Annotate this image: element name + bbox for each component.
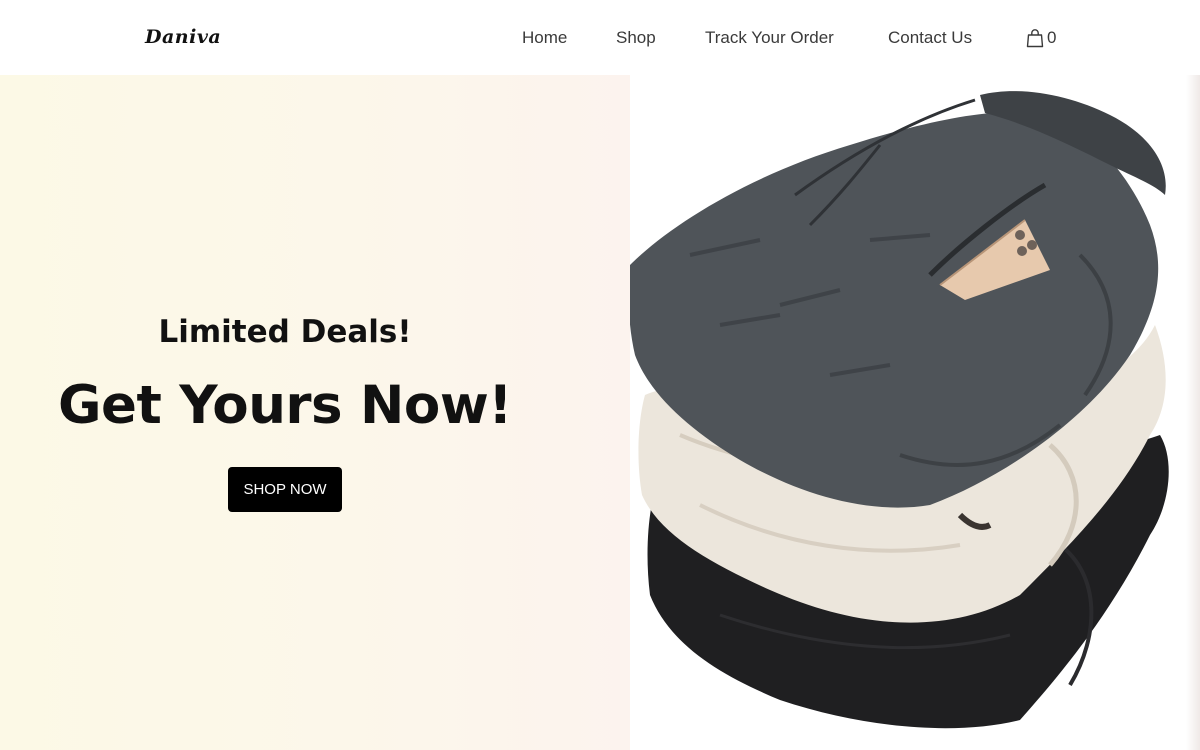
- cart-button[interactable]: 0: [1025, 27, 1056, 49]
- main-navigation: Home Shop Track Your Order Contact Us: [0, 28, 1200, 50]
- top-navbar: Daniva Home Shop Track Your Order Contac…: [0, 0, 1200, 75]
- page-edge-shadow: [1186, 75, 1200, 750]
- nav-link-track-order[interactable]: Track Your Order: [705, 28, 834, 48]
- cart-count-badge: 0: [1047, 28, 1057, 47]
- nav-link-shop[interactable]: Shop: [616, 28, 656, 48]
- hero-text-panel: Limited Deals! Get Yours Now! SHOP NOW: [0, 75, 630, 750]
- hero-eyebrow: Limited Deals!: [158, 314, 412, 350]
- hero-product-image: [630, 75, 1200, 750]
- folded-pants-illustration: [630, 91, 1169, 729]
- hero-headline: Get Yours Now!: [58, 375, 512, 436]
- nav-link-contact[interactable]: Contact Us: [888, 28, 972, 48]
- shopping-bag-icon: [1025, 28, 1045, 48]
- shop-now-button[interactable]: SHOP NOW: [228, 467, 342, 512]
- nav-link-home[interactable]: Home: [522, 28, 567, 48]
